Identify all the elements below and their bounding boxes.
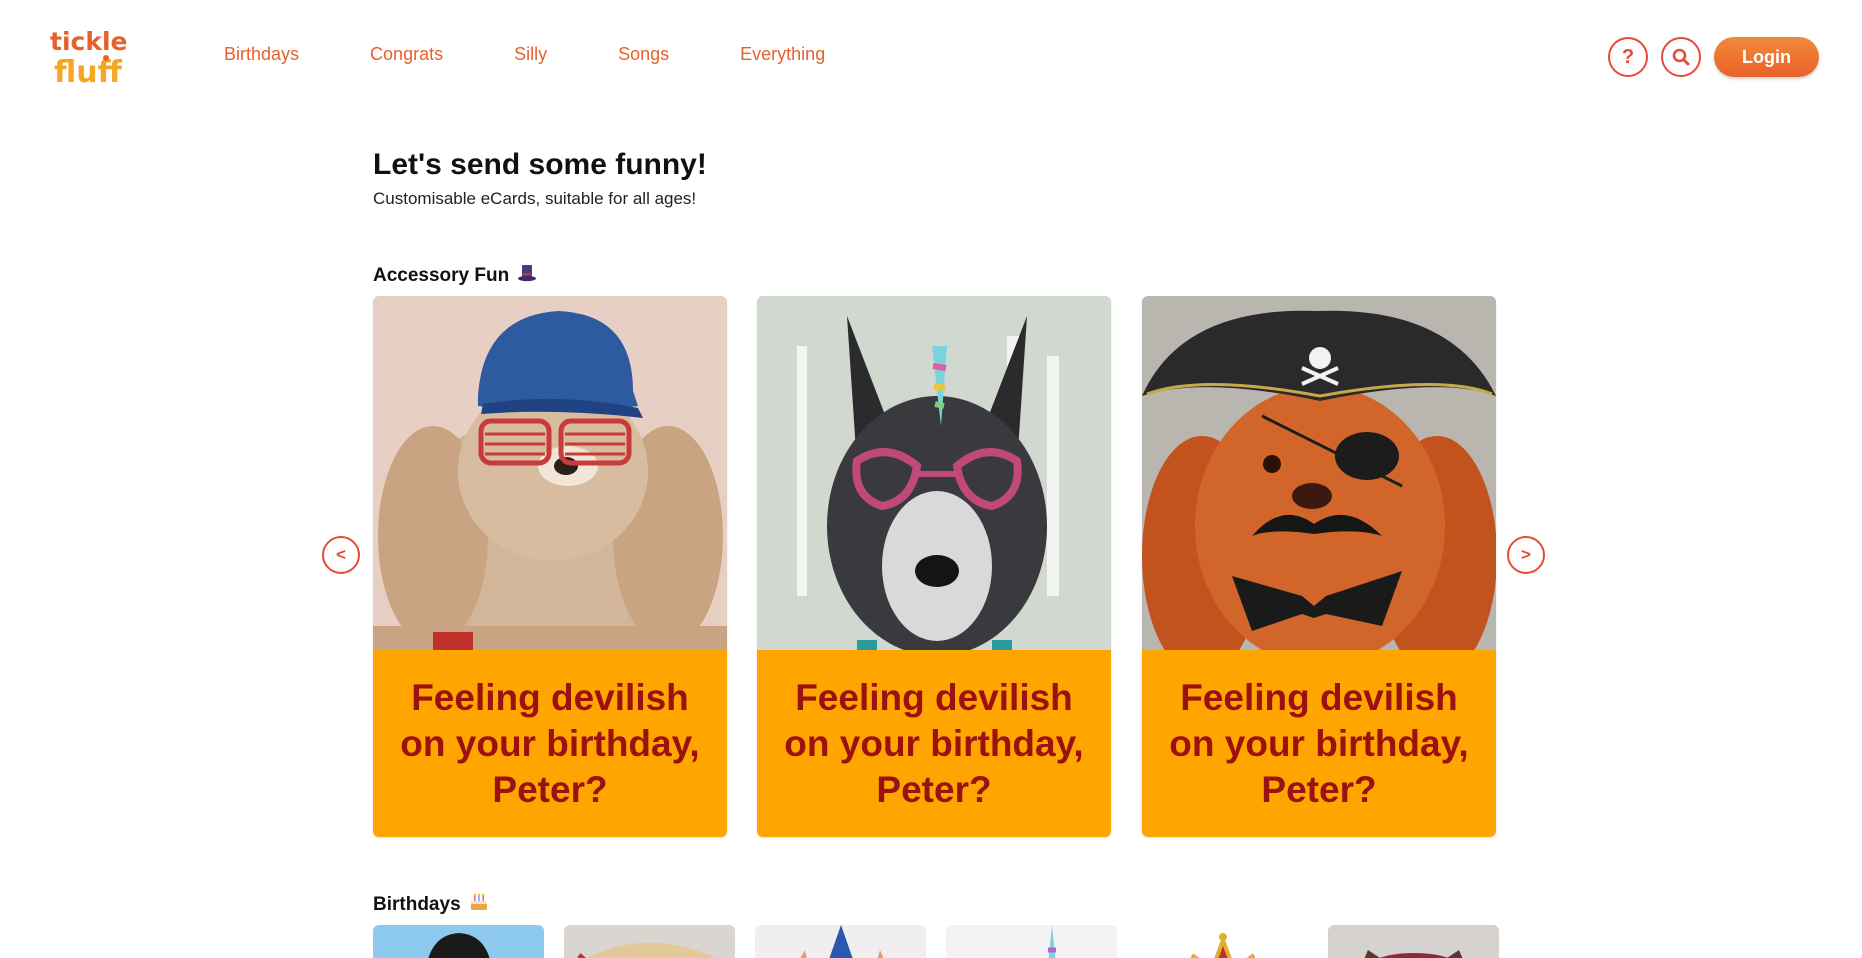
ecard-image-unicorn-dog: [757, 296, 1111, 650]
ecard-image-pirate-dog: [1142, 296, 1496, 650]
birthday-card-thumb[interactable]: [373, 925, 544, 958]
section-title-label: Accessory Fun: [373, 265, 510, 286]
nav-silly[interactable]: Silly: [514, 44, 547, 65]
nav-everything[interactable]: Everything: [740, 44, 825, 65]
unicorn-dog-image: [946, 925, 1117, 958]
ecard-image-cap-dog: [373, 296, 727, 650]
ecard-caption: Feeling devilish on your birthday, Peter…: [757, 650, 1111, 837]
birthday-card-thumb[interactable]: [755, 925, 926, 958]
carousel-prev-button[interactable]: <: [322, 536, 360, 574]
svg-text:tickle: tickle: [50, 27, 128, 56]
birthday-cake-icon: [469, 892, 489, 918]
beret-cat-image: [1328, 925, 1499, 958]
sombrero-dog-image: [564, 925, 735, 958]
login-button[interactable]: Login: [1714, 37, 1819, 77]
ecard-caption-text: Feeling devilish on your birthday, Peter…: [1169, 676, 1469, 810]
search-icon: [1672, 48, 1690, 66]
top-hat-icon: [517, 263, 537, 289]
carousel-next-button[interactable]: >: [1507, 536, 1545, 574]
nav-birthdays[interactable]: Birthdays: [224, 44, 299, 65]
ecard-caption-text: Feeling devilish on your birthday, Peter…: [784, 676, 1084, 810]
site-header: tickle fluff Birthdays Congrats Silly So…: [0, 0, 1862, 115]
party-hat-dog-image: [755, 925, 926, 958]
ecard-card[interactable]: Feeling devilish on your birthday, Peter…: [757, 296, 1111, 837]
section-title-accessory-fun: Accessory Fun: [373, 263, 537, 289]
section-title-birthdays: Birthdays: [373, 892, 489, 918]
birthday-card-thumb[interactable]: [1137, 925, 1308, 958]
ecard-caption: Feeling devilish on your birthday, Peter…: [1142, 650, 1496, 837]
search-button[interactable]: [1661, 37, 1701, 77]
ecard-caption: Feeling devilish on your birthday, Peter…: [373, 650, 727, 837]
brand-logo[interactable]: tickle fluff: [48, 24, 146, 88]
question-icon: ?: [1621, 45, 1635, 68]
page-subtitle: Customisable eCards, suitable for all ag…: [373, 189, 697, 208]
section-title-label: Birthdays: [373, 894, 461, 915]
ecard-card[interactable]: Feeling devilish on your birthday, Peter…: [1142, 296, 1496, 837]
chevron-left-icon: <: [336, 545, 346, 564]
nav-songs[interactable]: Songs: [618, 44, 669, 65]
ecard-caption-text: Feeling devilish on your birthday, Peter…: [400, 676, 700, 810]
header-actions: ? Login: [1608, 37, 1819, 77]
page-title: Let's send some funny!: [373, 148, 707, 181]
chevron-right-icon: >: [1521, 545, 1531, 564]
svg-text:fluff: fluff: [54, 55, 123, 88]
help-button[interactable]: ?: [1608, 37, 1648, 77]
ecard-card[interactable]: Feeling devilish on your birthday, Peter…: [373, 296, 727, 837]
nav-congrats[interactable]: Congrats: [370, 44, 443, 65]
birthday-card-thumb[interactable]: [946, 925, 1117, 958]
birthday-card-thumb[interactable]: [564, 925, 735, 958]
bowler-hat-dog-image: [373, 925, 544, 958]
birthday-card-thumb[interactable]: [1328, 925, 1499, 958]
main-nav: Birthdays Congrats Silly Songs Everythin…: [224, 44, 825, 65]
crown-dog-image: [1137, 925, 1308, 958]
